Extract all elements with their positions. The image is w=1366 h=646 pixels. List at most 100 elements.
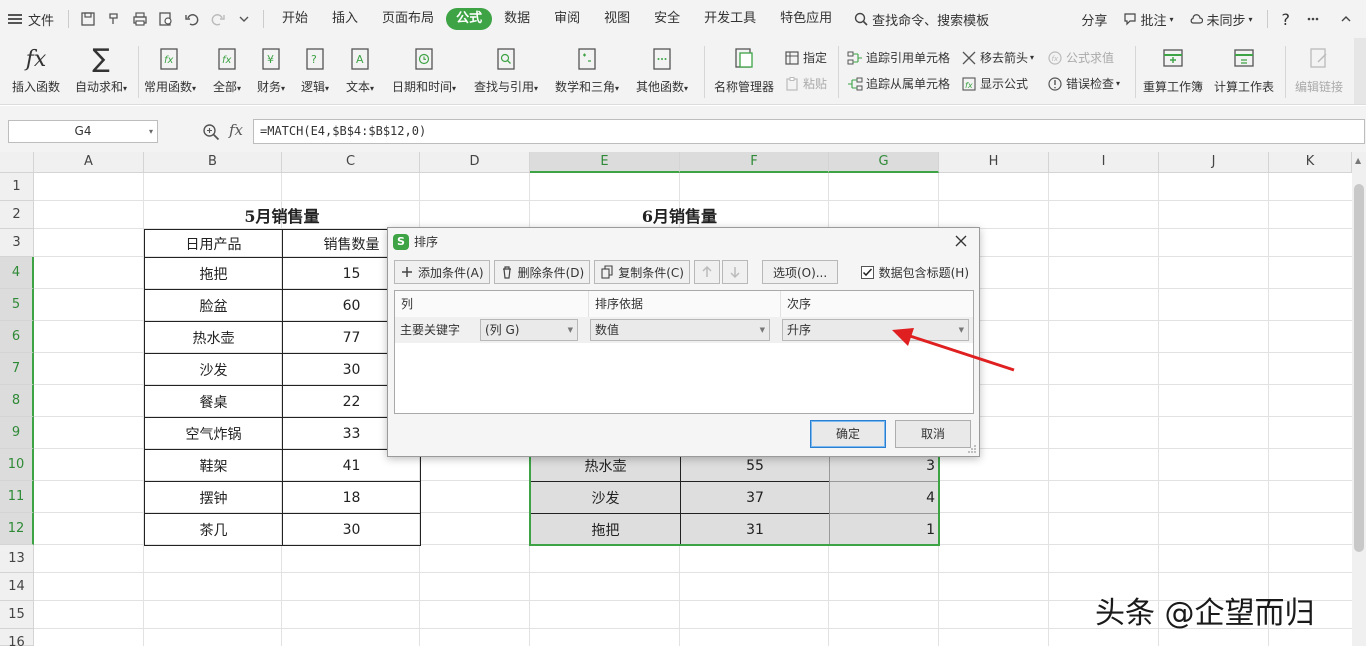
- options-button[interactable]: 选项(O)...: [761, 260, 839, 284]
- scrollbar-thumb[interactable]: [1354, 184, 1364, 552]
- tab-developer[interactable]: 开发工具: [692, 8, 768, 30]
- tab-home[interactable]: 开始: [270, 8, 320, 30]
- math-functions-button[interactable]: 数学和三角▾: [555, 42, 619, 95]
- column-header-j[interactable]: J: [1159, 152, 1269, 173]
- lookup-functions-button[interactable]: 查找与引用▾: [474, 42, 538, 95]
- collapse-ribbon-icon[interactable]: [1331, 12, 1366, 26]
- row-header-10[interactable]: 10: [0, 449, 34, 481]
- redo-icon[interactable]: [207, 8, 229, 30]
- column-header-f[interactable]: F: [680, 152, 829, 173]
- column-header-d[interactable]: D: [420, 152, 530, 173]
- may-product-cell[interactable]: 鞋架: [144, 449, 283, 482]
- common-functions-button[interactable]: fx 常用函数▾: [144, 42, 196, 95]
- select-all-corner[interactable]: [0, 152, 34, 173]
- close-button[interactable]: [951, 231, 971, 251]
- text-functions-button[interactable]: A 文本▾: [346, 42, 374, 95]
- row-header-11[interactable]: 11: [0, 481, 34, 513]
- other-functions-button[interactable]: 其他函数▾: [636, 42, 688, 95]
- column-header-g[interactable]: G: [829, 152, 939, 173]
- tab-view[interactable]: 视图: [592, 8, 642, 30]
- column-header-a[interactable]: A: [34, 152, 144, 173]
- sort-column-select[interactable]: (列 G) ▼: [480, 319, 578, 341]
- row-header-16[interactable]: 16: [0, 629, 34, 646]
- name-box[interactable]: G4 ▾: [8, 120, 158, 143]
- tab-insert[interactable]: 插入: [320, 8, 370, 30]
- row-header-15[interactable]: 15: [0, 601, 34, 629]
- may-product-cell[interactable]: 脸盆: [144, 289, 283, 322]
- zoom-icon[interactable]: [202, 123, 220, 141]
- insert-function-button[interactable]: fx 插入函数: [12, 42, 60, 95]
- ok-button[interactable]: 确定: [810, 420, 886, 448]
- tab-page-layout[interactable]: 页面布局: [370, 8, 446, 30]
- tab-formulas[interactable]: 公式: [446, 8, 493, 30]
- row-header-4[interactable]: 4: [0, 257, 34, 289]
- remove-arrows-button[interactable]: 移去箭头 ▾: [961, 49, 1034, 66]
- all-functions-button[interactable]: fx 全部▾: [213, 42, 241, 95]
- row-header-9[interactable]: 9: [0, 417, 34, 449]
- recalculate-workbook-button[interactable]: 重算工作簿: [1143, 42, 1203, 95]
- customize-quick-access-icon[interactable]: [233, 8, 255, 30]
- cancel-button[interactable]: 取消: [895, 420, 971, 448]
- row-header-8[interactable]: 8: [0, 385, 34, 417]
- column-header-b[interactable]: B: [144, 152, 282, 173]
- may-product-cell[interactable]: 沙发: [144, 353, 283, 386]
- row-header-5[interactable]: 5: [0, 289, 34, 321]
- may-product-cell[interactable]: 茶几: [144, 513, 283, 546]
- row-header-7[interactable]: 7: [0, 353, 34, 385]
- add-condition-button[interactable]: 添加条件(A): [394, 260, 490, 284]
- may-product-cell[interactable]: 拖把: [144, 257, 283, 290]
- finance-functions-button[interactable]: ¥ 财务▾: [257, 42, 285, 95]
- row-header-12[interactable]: 12: [0, 513, 34, 545]
- logic-functions-button[interactable]: ? 逻辑▾: [301, 42, 329, 95]
- chevron-down-icon[interactable]: ▾: [149, 121, 153, 142]
- column-header-k[interactable]: K: [1269, 152, 1352, 173]
- share-button[interactable]: 分享: [1073, 10, 1115, 29]
- show-formulas-button[interactable]: fx 显示公式: [961, 75, 1028, 92]
- may-qty-cell[interactable]: 18: [282, 481, 421, 514]
- ribbon-scrollbar[interactable]: [1354, 38, 1366, 104]
- error-checking-button[interactable]: 错误检查 ▾: [1047, 75, 1120, 92]
- row-header-13[interactable]: 13: [0, 545, 34, 573]
- more-menu-icon[interactable]: [1298, 12, 1331, 26]
- row-header-3[interactable]: 3: [0, 229, 34, 257]
- column-header-e[interactable]: E: [530, 152, 680, 173]
- row-header-1[interactable]: 1: [0, 173, 34, 201]
- format-painter-icon[interactable]: [103, 8, 125, 30]
- sync-button[interactable]: 未同步 ▾: [1181, 10, 1260, 29]
- may-product-cell[interactable]: 餐桌: [144, 385, 283, 418]
- file-menu-button[interactable]: 文件: [0, 0, 62, 38]
- insert-function-fx-icon[interactable]: fx: [229, 121, 243, 139]
- dialog-title-bar[interactable]: S 排序: [388, 228, 979, 255]
- tab-security[interactable]: 安全: [642, 8, 692, 30]
- scroll-up-icon[interactable]: ▲: [1355, 156, 1361, 165]
- column-header-i[interactable]: I: [1049, 152, 1159, 173]
- undo-icon[interactable]: [181, 8, 203, 30]
- move-up-button[interactable]: [693, 260, 720, 284]
- column-header-h[interactable]: H: [939, 152, 1049, 173]
- move-down-button[interactable]: [721, 260, 748, 284]
- tab-review[interactable]: 审阅: [542, 8, 592, 30]
- print-icon[interactable]: [129, 8, 151, 30]
- autosum-button[interactable]: ∑ 自动求和▾: [75, 42, 127, 95]
- trace-precedents-button[interactable]: 追踪引用单元格: [847, 49, 950, 66]
- edit-links-button[interactable]: 编辑链接: [1295, 42, 1343, 95]
- row-header-2[interactable]: 2: [0, 201, 34, 229]
- row-header-6[interactable]: 6: [0, 321, 34, 353]
- calculate-sheet-button[interactable]: 计算工作表: [1214, 42, 1274, 95]
- row-header-14[interactable]: 14: [0, 573, 34, 601]
- print-preview-icon[interactable]: [155, 8, 177, 30]
- datetime-functions-button[interactable]: 日期和时间▾: [392, 42, 456, 95]
- command-search[interactable]: 查找命令、搜索模板: [844, 10, 999, 29]
- tab-features[interactable]: 特色应用: [768, 8, 844, 30]
- trace-dependents-button[interactable]: 追踪从属单元格: [847, 75, 950, 92]
- formula-input[interactable]: =MATCH(E4,$B$4:$B$12,0): [253, 119, 1365, 144]
- save-icon[interactable]: [77, 8, 99, 30]
- vertical-scrollbar[interactable]: ▲: [1352, 152, 1366, 646]
- delete-condition-button[interactable]: 删除条件(D): [493, 260, 591, 284]
- resize-grip-icon[interactable]: [967, 444, 977, 454]
- has-header-checkbox[interactable]: 数据包含标题(H): [860, 264, 969, 281]
- may-product-cell[interactable]: 空气炸锅: [144, 417, 283, 450]
- help-button[interactable]: ?: [1274, 10, 1299, 29]
- june-table-title[interactable]: 6月销售量: [530, 201, 829, 229]
- may-header-product[interactable]: 日用产品: [144, 229, 283, 258]
